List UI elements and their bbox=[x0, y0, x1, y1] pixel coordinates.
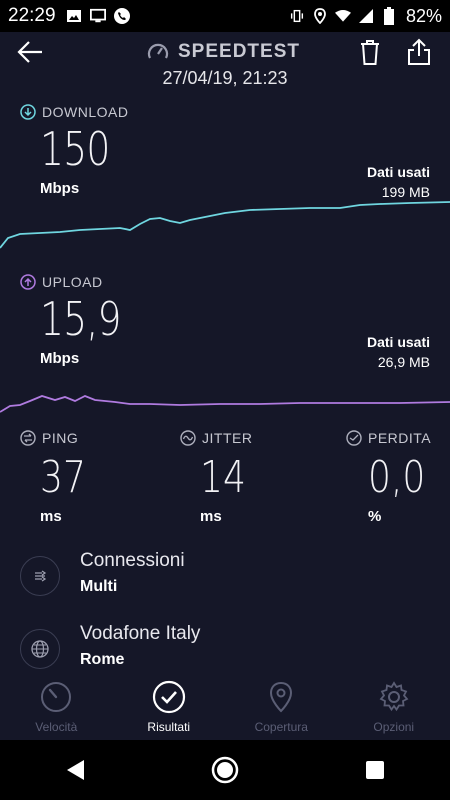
loss-icon bbox=[346, 430, 362, 446]
loss-unit: % bbox=[368, 508, 382, 525]
phone-call-icon bbox=[113, 8, 130, 24]
globe-icon bbox=[20, 629, 60, 669]
loss-label: PERDITA bbox=[346, 430, 438, 446]
location-icon bbox=[312, 8, 328, 24]
loss-metric: PERDITA 0,0 % bbox=[346, 430, 438, 525]
delete-icon[interactable] bbox=[358, 38, 382, 66]
cast-icon bbox=[89, 8, 106, 24]
system-back-button[interactable] bbox=[55, 750, 95, 790]
loss-value: 0,0 bbox=[368, 452, 426, 503]
server-location: Rome bbox=[80, 651, 125, 668]
home-circle-icon bbox=[211, 756, 239, 784]
connections-value: Multi bbox=[80, 578, 118, 595]
status-time: 22:29 bbox=[8, 5, 56, 26]
battery-icon bbox=[381, 7, 397, 25]
nav-velocita[interactable]: Velocità bbox=[0, 672, 113, 740]
download-speed-graph bbox=[0, 201, 450, 249]
jitter-label: JITTER bbox=[180, 430, 256, 446]
map-pin-icon bbox=[270, 681, 293, 713]
ping-metric: PING 37 ms bbox=[20, 430, 96, 525]
check-circle-icon bbox=[152, 680, 185, 714]
share-icon[interactable] bbox=[406, 38, 432, 66]
jitter-icon bbox=[180, 430, 196, 446]
isp-name: Vodafone Italy bbox=[80, 623, 201, 644]
gear-icon bbox=[379, 681, 409, 712]
image-notification-icon bbox=[66, 8, 82, 24]
download-data-used-label: Dati usati bbox=[366, 164, 430, 180]
speedometer-icon bbox=[41, 682, 72, 712]
back-arrow-icon[interactable] bbox=[16, 38, 44, 66]
upload-arrow-icon bbox=[20, 274, 36, 290]
upload-unit: Mbps bbox=[40, 350, 80, 367]
upload-label: UPLOAD bbox=[20, 274, 103, 290]
jitter-unit: ms bbox=[200, 508, 222, 525]
upload-speed-graph bbox=[0, 395, 450, 413]
bottom-navigation: Velocità Risultati Copertura Opzioni bbox=[0, 672, 450, 740]
system-navigation-bar bbox=[0, 740, 450, 800]
speedtest-logo-icon bbox=[147, 43, 169, 59]
system-recents-button[interactable] bbox=[355, 750, 395, 790]
download-label: DOWNLOAD bbox=[20, 104, 128, 120]
connections-icon bbox=[20, 556, 60, 596]
upload-data-used-value: 26,9 MB bbox=[377, 354, 430, 370]
connections-title: Connessioni bbox=[80, 550, 185, 571]
signal-icon bbox=[358, 8, 374, 24]
nav-risultati[interactable]: Risultati bbox=[113, 672, 226, 740]
ping-value: 37 bbox=[40, 452, 86, 503]
upload-value: 15,9 bbox=[40, 292, 122, 346]
jitter-value: 14 bbox=[200, 452, 246, 503]
upload-data-used: Dati usati 26,9 MB bbox=[367, 332, 430, 372]
vibrate-icon bbox=[289, 8, 305, 24]
top-bar: SPEEDTEST bbox=[0, 32, 450, 70]
status-bar: 22:29 82% bbox=[0, 0, 450, 32]
ping-icon bbox=[20, 430, 36, 446]
recents-square-icon bbox=[366, 761, 384, 779]
download-arrow-icon bbox=[20, 104, 36, 120]
test-datetime: 27/04/19, 21:23 bbox=[162, 68, 288, 88]
download-unit: Mbps bbox=[40, 180, 80, 197]
nav-opzioni[interactable]: Opzioni bbox=[338, 672, 450, 740]
battery-percentage: 82% bbox=[405, 5, 442, 26]
server-row: Vodafone Italy Rome bbox=[20, 623, 440, 679]
upload-data-used-label: Dati usati bbox=[366, 334, 430, 350]
system-home-button[interactable] bbox=[205, 750, 245, 790]
ping-unit: ms bbox=[40, 508, 62, 525]
nav-copertura[interactable]: Copertura bbox=[225, 672, 338, 740]
app-title: SPEEDTEST bbox=[146, 40, 300, 64]
back-triangle-icon bbox=[67, 760, 84, 780]
page-title: SPEEDTEST bbox=[178, 41, 300, 62]
wifi-icon bbox=[334, 8, 351, 24]
jitter-metric: JITTER 14 ms bbox=[180, 430, 256, 525]
download-value: 150 bbox=[40, 122, 110, 176]
connections-row: Connessioni Multi bbox=[20, 550, 440, 606]
ping-label: PING bbox=[20, 430, 96, 446]
